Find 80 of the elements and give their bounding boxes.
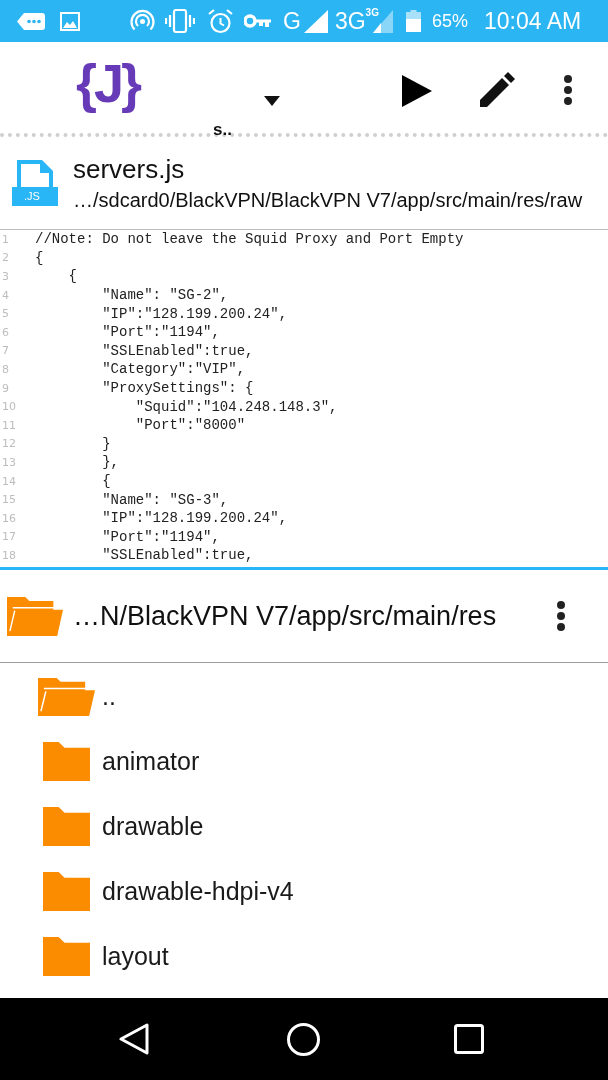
folder-list-item[interactable]: animator (0, 729, 608, 794)
line-number: 13 (1, 456, 17, 468)
play-icon (401, 75, 432, 107)
line-number: 3 (1, 271, 10, 282)
signal-icon (303, 9, 328, 33)
file-icon (12, 160, 58, 206)
line-number: 8 (1, 363, 10, 375)
pencil-icon (479, 72, 515, 107)
vibrate-icon (165, 9, 195, 33)
home-button[interactable] (287, 1022, 320, 1056)
caret-icon (263, 96, 280, 106)
code-line: "Name": "SG-2", (101, 288, 229, 303)
code-line: }, (101, 455, 119, 470)
image-icon (60, 11, 80, 31)
code-line: } (101, 436, 111, 451)
recent-apps-button[interactable] (454, 1024, 484, 1054)
network-badge-label: 3G (365, 8, 379, 18)
more-options-button[interactable] (563, 75, 572, 105)
more-vertical-icon (563, 75, 572, 105)
file-type-label: .JS (24, 191, 40, 202)
code-line: "Port":"1194", (101, 529, 220, 544)
line-number: 5 (1, 308, 10, 320)
line-number: 1 (1, 233, 10, 245)
line-number: 4 (1, 289, 10, 301)
code-line: "SSLEnabled":true, (101, 548, 254, 563)
open-folder-icon (7, 596, 63, 636)
line-number: 10 (1, 401, 17, 413)
code-line: { (35, 250, 44, 265)
line-number: 9 (1, 382, 10, 394)
line-number: 6 (1, 326, 10, 338)
network-type-label: 3G (334, 9, 366, 33)
home-icon (287, 1022, 320, 1056)
code-line: "ProxySettings": { (101, 381, 254, 396)
line-number: 16 (1, 512, 17, 524)
line-number: 18 (1, 549, 17, 561)
edit-button[interactable] (479, 72, 515, 107)
line-number: 11 (1, 419, 17, 431)
message-icon (17, 12, 45, 30)
code-line: "IP":"128.199.200.24", (101, 511, 288, 526)
file-path: …/sdcard0/BlackVPN/BlackVPN V7/app/src/main/res/raw (73, 188, 583, 212)
code-line: "Squid":"104.248.148.3", (134, 399, 338, 414)
recent-apps-icon (454, 1024, 484, 1054)
back-button[interactable] (119, 1023, 149, 1055)
alarm-icon (208, 8, 233, 34)
code-line: //Note: Do not leave the Squid Proxy and Port Empty (35, 232, 464, 247)
code-line: { (67, 269, 77, 284)
clock-time: 10:04 AM (483, 9, 582, 33)
folder-icon (43, 742, 90, 781)
code-line: "SSLEnabled":true, (101, 343, 254, 358)
line-number: 15 (1, 494, 17, 506)
code-line: "Category":"VIP", (101, 362, 246, 377)
folder-icon (43, 872, 90, 911)
run-button[interactable] (401, 75, 432, 107)
code-line: { (101, 474, 111, 488)
folder-list-item[interactable]: layout (0, 924, 608, 989)
more-options-button[interactable] (557, 601, 565, 631)
file-name: servers.js (73, 154, 186, 184)
code-line: "IP":"128.199.200.24", (101, 306, 288, 321)
folder-icon (43, 807, 90, 846)
battery-icon (405, 10, 421, 32)
folder-icon (43, 937, 90, 976)
folder-path: …N/BlackVPN V7/app/src/main/res (73, 602, 497, 630)
code-line: "Name": "SG-3", (101, 492, 229, 507)
back-icon (119, 1023, 149, 1055)
code-line: "Port":"8000" (134, 418, 246, 433)
line-number: 12 (1, 438, 17, 450)
key-icon (244, 14, 271, 28)
battery-percent: 65% (431, 12, 468, 30)
network-type-label: G (283, 9, 301, 33)
line-number: 2 (1, 252, 10, 264)
folder-list-item[interactable]: drawable (0, 794, 608, 859)
line-number: 17 (1, 531, 17, 543)
line-number: 7 (1, 345, 10, 357)
folder-list-item[interactable]: drawable-hdpi-v4 (0, 859, 608, 924)
folder-list-item[interactable]: .. (0, 664, 608, 729)
file-selector[interactable]: s.. (213, 96, 280, 138)
open-folder-icon (38, 677, 95, 716)
code-line: "Port":"1194", (101, 325, 220, 340)
line-number: 14 (1, 475, 17, 487)
more-vertical-icon (557, 601, 565, 631)
